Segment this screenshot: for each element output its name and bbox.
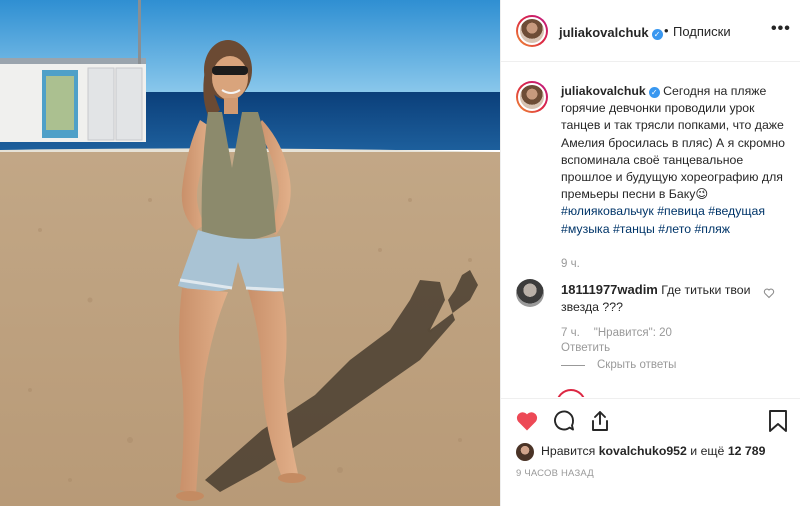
comments-list[interactable]: juliakovalchuk ✓ Сегодня на пляже горячие… xyxy=(501,63,800,397)
beach-photo xyxy=(0,0,500,506)
liker-username[interactable]: kovalchuko952 xyxy=(599,444,687,458)
caption-author-avatar[interactable] xyxy=(516,81,548,113)
wink-emoji: 😉 xyxy=(695,187,709,202)
caption-time: 9 ч. xyxy=(561,258,580,270)
heart-filled-icon xyxy=(516,412,538,431)
hashtag[interactable]: #ведущая xyxy=(708,204,765,218)
liker-avatar[interactable] xyxy=(516,443,534,461)
header-separator: • xyxy=(664,23,669,38)
comment-time: 7 ч. xyxy=(561,327,580,339)
hashtag[interactable]: #музыка xyxy=(561,222,610,236)
like-button[interactable] xyxy=(515,409,539,433)
following-button[interactable]: Подписки xyxy=(673,24,731,39)
caption-username[interactable]: juliakovalchuk xyxy=(561,84,646,98)
reply-author-avatar[interactable] xyxy=(556,389,586,397)
hide-replies-button[interactable]: Скрыть ответы xyxy=(561,359,676,371)
post-caption: juliakovalchuk ✓ Сегодня на пляже горячие… xyxy=(561,83,786,238)
author-username[interactable]: juliakovalchuk xyxy=(559,25,649,40)
likes-prefix: Нравится xyxy=(541,444,596,458)
hashtag[interactable]: #певица xyxy=(657,204,705,218)
likes-summary: Нравится kovalchuko952 и ещё 12 789 xyxy=(501,438,800,464)
likes-text: Нравится kovalchuko952 и ещё 12 789 xyxy=(541,444,765,458)
comment-meta: 7 ч. "Нравится": 20 xyxy=(561,327,686,339)
verified-badge-icon: ✓ xyxy=(651,29,663,40)
share-arrow-icon xyxy=(592,411,608,431)
save-button[interactable] xyxy=(767,409,789,433)
comment: 18111977wadim Где титьки твои звезда ??? xyxy=(561,281,751,316)
hashtag[interactable]: #юлияковальчук xyxy=(561,204,654,218)
comment-bubble-icon xyxy=(554,410,574,431)
hashtag[interactable]: #пляж xyxy=(694,222,730,236)
comment-button[interactable] xyxy=(552,409,576,433)
share-button[interactable] xyxy=(588,409,612,433)
author-avatar[interactable] xyxy=(516,15,548,47)
comment-likes[interactable]: "Нравится": 20 xyxy=(594,327,672,339)
post-side-panel: juliakovalchuk ✓ • Подписки ••• juliakova… xyxy=(500,0,800,506)
likes-count[interactable]: 12 789 xyxy=(728,444,766,458)
comment-username[interactable]: 18111977wadim xyxy=(561,282,658,297)
commenter-avatar[interactable] xyxy=(516,279,544,307)
likes-middle: и ещё xyxy=(690,444,725,458)
bookmark-icon xyxy=(769,410,787,432)
caption-text: Сегодня на пляже горячие девчонки провод… xyxy=(561,84,786,202)
hide-replies-label: Скрыть ответы xyxy=(597,359,677,371)
post-photo[interactable] xyxy=(0,0,500,506)
post-header: juliakovalchuk ✓ • Подписки ••• xyxy=(501,0,800,62)
hashtag[interactable]: #танцы xyxy=(613,222,655,236)
action-bar xyxy=(501,398,800,442)
author-username-wrap: juliakovalchuk ✓ xyxy=(559,24,663,42)
heart-outline-icon[interactable] xyxy=(763,287,775,299)
more-options-icon[interactable]: ••• xyxy=(771,20,791,38)
reply-button[interactable]: Ответить xyxy=(561,342,610,354)
verified-badge-icon: ✓ xyxy=(648,87,660,98)
divider-line xyxy=(561,364,585,366)
hashtag[interactable]: #лето xyxy=(658,222,691,236)
post-timestamp[interactable]: 9 ЧАСОВ НАЗАД xyxy=(516,468,594,479)
